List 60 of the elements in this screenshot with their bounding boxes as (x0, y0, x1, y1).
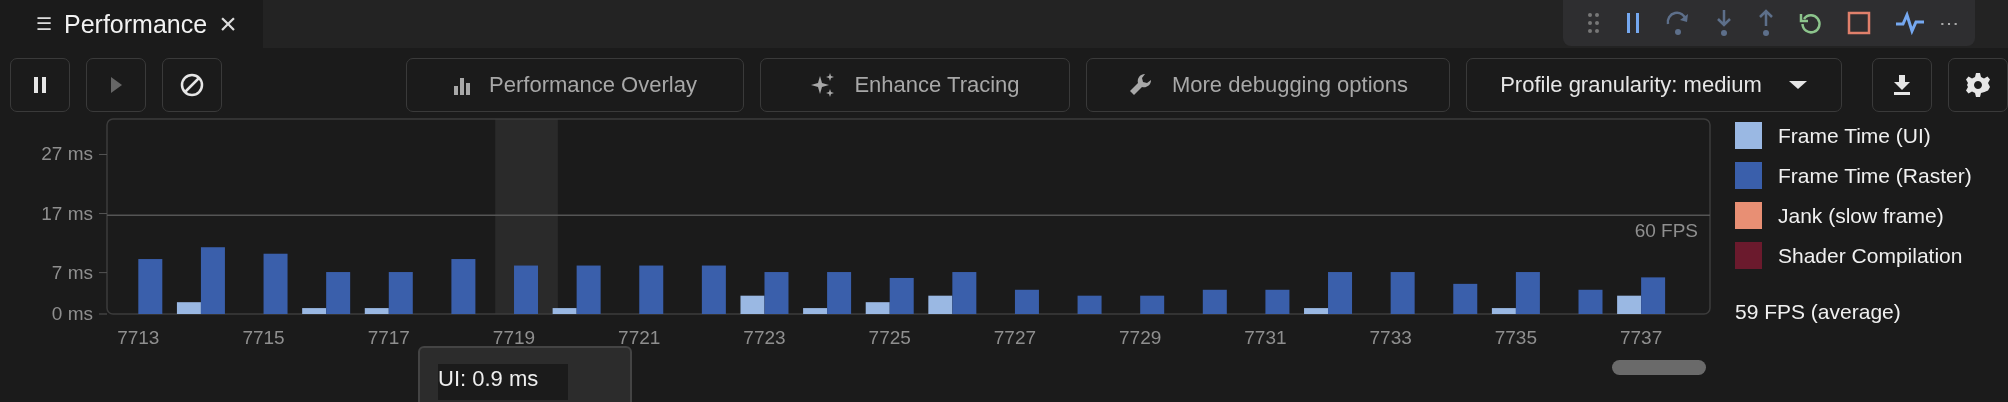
restart-icon[interactable] (1799, 11, 1823, 35)
x-axis-label: 7721 (618, 327, 661, 348)
frame-bar[interactable] (1617, 295, 1642, 314)
frame-bar[interactable] (740, 295, 765, 314)
tab-title: Performance (64, 9, 208, 39)
step-out-icon[interactable] (1757, 9, 1775, 37)
clear-button[interactable] (162, 58, 222, 112)
tooltip-text: UI: 0.9 ms (438, 364, 569, 400)
x-axis-label: 7729 (1119, 327, 1162, 348)
legend-label: Frame Time (UI) (1778, 123, 1931, 148)
settings-button[interactable] (1948, 58, 2008, 112)
legend-label: Shader Compilation (1778, 243, 1963, 268)
stop-icon[interactable] (1847, 11, 1871, 35)
download-button[interactable] (1872, 58, 1932, 112)
granularity-dropdown[interactable]: Profile granularity: medium (1466, 58, 1842, 112)
x-axis-label: 7715 (242, 327, 285, 348)
more-icon[interactable]: ⋯ (1939, 11, 1959, 35)
x-axis-label: 7733 (1369, 327, 1412, 348)
frame-bar[interactable] (865, 302, 890, 314)
frame-bar[interactable] (176, 302, 201, 314)
play-icon (109, 76, 123, 94)
x-axis-label: 7727 (993, 327, 1037, 348)
y-axis-label: 17 ms (41, 202, 93, 224)
block-icon (180, 73, 204, 97)
bar-chart-icon (453, 75, 472, 95)
y-axis-label: 0 ms (51, 303, 93, 324)
drag-handle-icon[interactable] (1587, 12, 1601, 34)
frame-bar[interactable] (552, 308, 577, 314)
x-axis-label: 7735 (1494, 327, 1538, 348)
x-axis-label: 7731 (1244, 327, 1287, 348)
frame-bar[interactable] (302, 308, 327, 314)
legend-label: Frame Time (Raster) (1778, 163, 1972, 188)
download-icon (1892, 74, 1912, 96)
frame-bar[interactable] (1491, 308, 1516, 314)
list-icon: ☰ (36, 13, 52, 35)
frame-bar[interactable] (928, 295, 953, 314)
x-axis-label: 7719 (492, 327, 536, 348)
performance-tab[interactable]: ☰ Performance × (0, 0, 263, 48)
pause-button[interactable] (10, 58, 70, 112)
settings-icon (1965, 72, 1991, 98)
fps-line-label: 60 FPS (1634, 220, 1698, 242)
pulse-icon[interactable] (1895, 11, 1925, 35)
frame-bar[interactable] (364, 308, 389, 314)
step-into-icon[interactable] (1715, 9, 1733, 37)
x-axis-label: 7717 (367, 327, 410, 348)
step-over-icon[interactable] (1665, 10, 1691, 36)
x-axis-label: 7713 (117, 327, 160, 348)
y-axis-label: 7 ms (51, 261, 93, 283)
x-axis-label: 7725 (868, 327, 911, 348)
close-button[interactable]: × (219, 7, 237, 41)
x-axis-label: 7737 (1620, 327, 1663, 348)
x-axis-label: 7723 (743, 327, 786, 348)
scrollbar-thumb[interactable] (1612, 360, 1706, 375)
frame-bar[interactable] (803, 308, 828, 314)
pause-icon (33, 76, 47, 94)
average-fps: 59 FPS (average) (1735, 300, 1902, 324)
caret-icon (1787, 80, 1808, 90)
legend-label: Jank (slow frame) (1778, 203, 1944, 228)
pause-icon[interactable] (1625, 12, 1641, 34)
y-axis-label: 27 ms (41, 143, 93, 165)
